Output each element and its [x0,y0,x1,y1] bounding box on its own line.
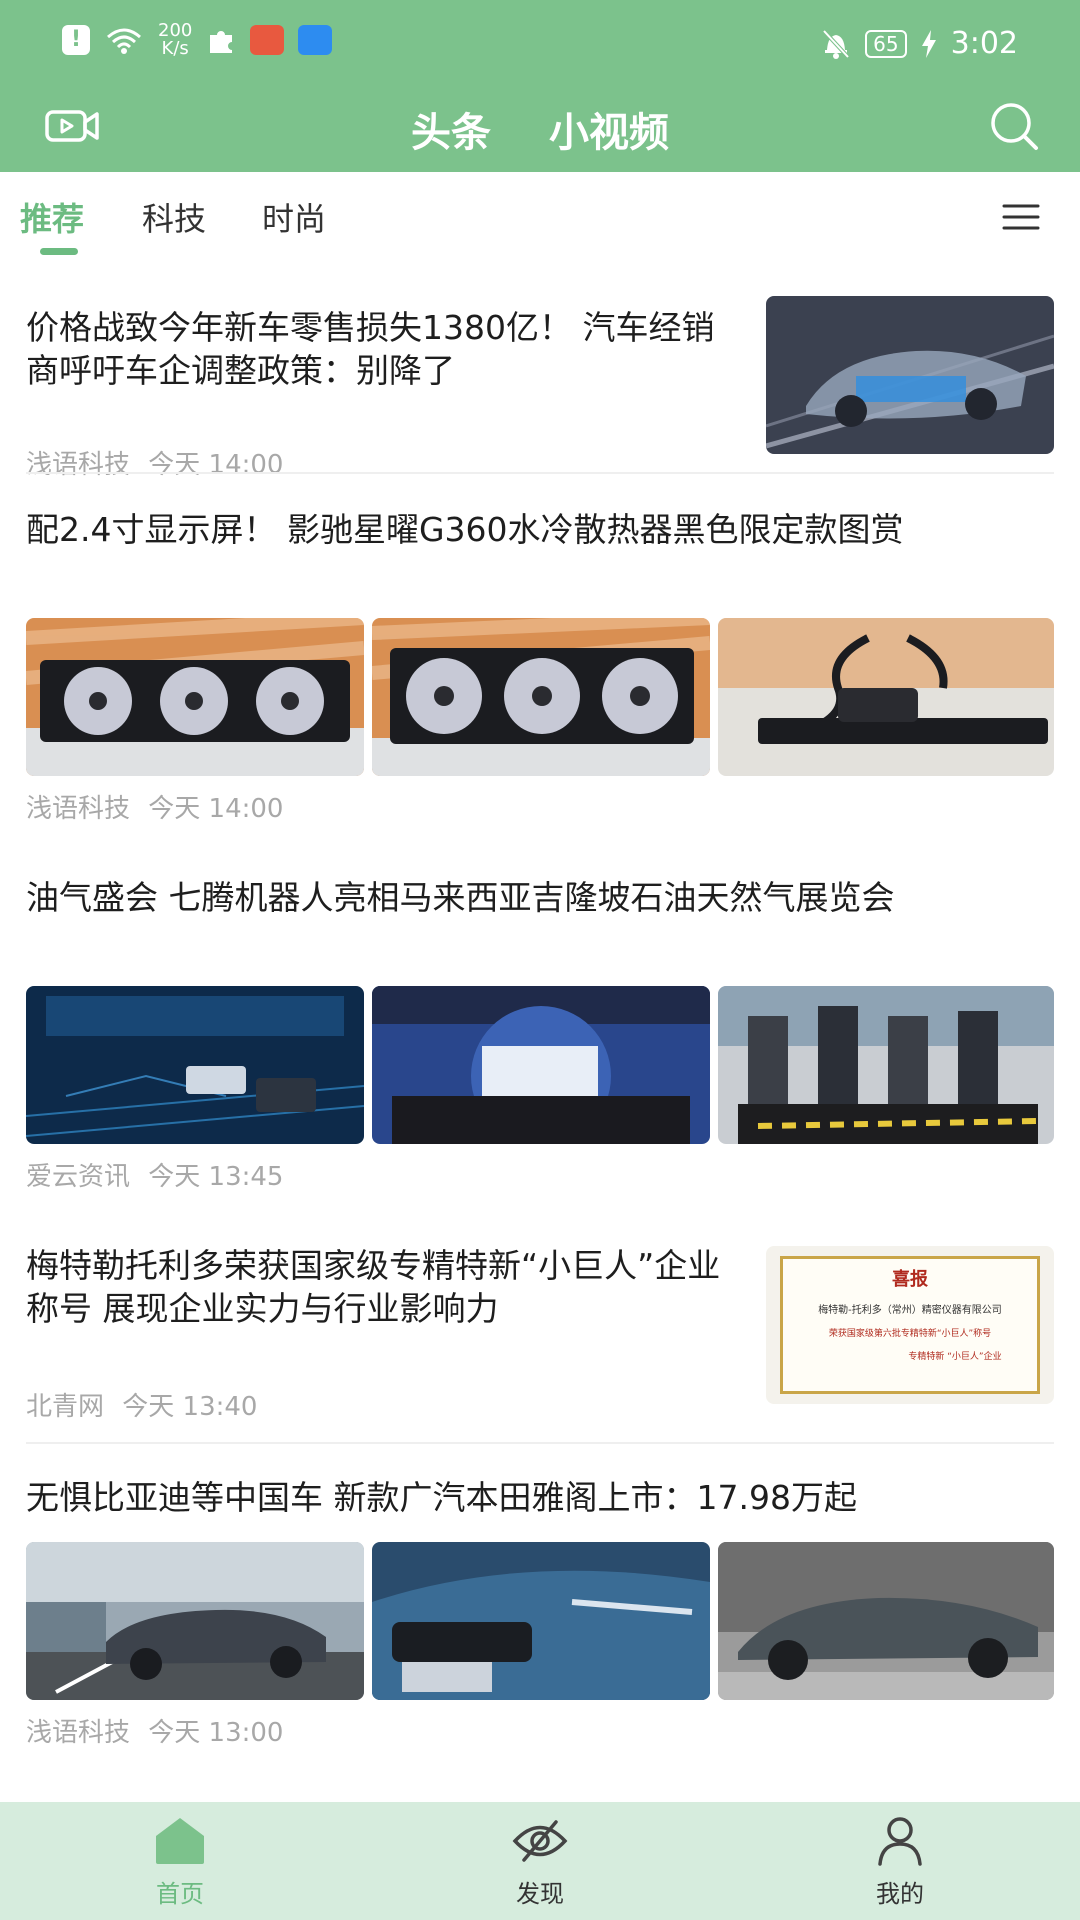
home-icon [156,1818,204,1864]
news-thumbnail[interactable] [766,296,1054,454]
news-thumbnail[interactable] [372,986,710,1144]
news-thumbnail[interactable] [26,1542,364,1700]
mute-bell-icon [822,29,850,59]
certificate-heading: 喜报 [892,1269,928,1290]
news-meta: 浅语科技 今天 14:00 [26,444,283,481]
network-speed: 200 K/s [158,22,192,58]
news-item[interactable]: 油气盛会 七腾机器人亮相马来西亚吉隆坡石油天然气展览会 [26,876,1054,919]
wifi-icon [107,28,141,54]
nav-home-label: 首页 [156,1880,204,1908]
category-tab-fashion[interactable]: 时尚 [262,194,326,240]
news-item[interactable]: 无惧比亚迪等中国车 新款广汽本田雅阁上市：17.98万起 [26,1476,1054,1519]
news-source: 浅语科技 [26,794,131,824]
news-time: 今天 13:00 [148,1718,284,1748]
news-title: 配2.4寸显示屏！ 影驰星曜G360水冷散热器黑色限定款图赏 [26,510,904,549]
category-tabs: 推荐 科技 时尚 [0,172,1080,272]
notification-alert-icon: ! [62,25,90,55]
news-meta: 浅语科技 今天 14:00 [26,788,283,825]
news-thumbnail[interactable] [372,1542,710,1700]
certificate-thumbnail[interactable]: 喜报 梅特勒-托利多（常州）精密仪器有限公司 荣获国家级第六批专精特新“小巨人”… [766,1246,1054,1404]
nav-discover-label: 发现 [516,1880,564,1908]
news-meta: 北青网 今天 13:40 [26,1386,257,1423]
news-meta: 浅语科技 今天 13:00 [26,1712,283,1749]
app-header: ! 200 K/s 65 3:02 头条 小视频 [0,0,1080,172]
news-time: 今天 14:00 [148,450,284,480]
news-source: 浅语科技 [26,1718,131,1748]
app-notification-icon [250,25,285,55]
feed-divider [26,472,1054,474]
weather-app-icon [298,25,333,55]
tab-headlines[interactable]: 头条 [411,110,491,156]
news-meta: 爱云资讯 今天 13:45 [26,1156,283,1193]
news-source: 浅语科技 [26,450,131,480]
news-time: 今天 14:00 [148,794,284,824]
news-thumbnail[interactable] [718,1542,1054,1700]
battery-indicator: 65 [865,29,907,58]
active-tab-indicator [40,248,78,255]
news-thumbnail[interactable] [718,618,1054,776]
category-tab-recommend[interactable]: 推荐 [20,194,84,240]
news-thumbnail[interactable] [26,986,364,1144]
puzzle-icon [210,31,233,53]
news-title: 油气盛会 七腾机器人亮相马来西亚吉隆坡石油天然气展览会 [26,878,895,917]
news-time: 今天 13:45 [148,1162,284,1192]
clock: 3:02 [950,26,1018,61]
news-thumbnail[interactable] [718,986,1054,1144]
discover-eye-icon [512,1820,568,1862]
news-title: 梅特勒托利多荣获国家级专精特新“小巨人”企业称号 展现企业实力与行业影响力 [26,1246,721,1328]
nav-home[interactable]: 首页 [100,1816,260,1909]
certificate-company: 梅特勒-托利多（常州）精密仪器有限公司 [818,1305,1002,1316]
news-time: 今天 13:40 [122,1392,258,1422]
network-speed-unit: K/s [161,38,189,59]
certificate-frame: 喜报 梅特勒-托利多（常州）精密仪器有限公司 荣获国家级第六批专精特新“小巨人”… [780,1256,1040,1394]
status-bar: ! 200 K/s 65 3:02 [0,0,1080,80]
news-item[interactable]: 配2.4寸显示屏！ 影驰星曜G360水冷散热器黑色限定款图赏 [26,508,1054,551]
user-icon [878,1817,922,1866]
news-source: 爱云资讯 [26,1162,131,1192]
top-nav: 头条 小视频 [0,80,1080,172]
charging-icon [921,29,936,58]
tab-short-video[interactable]: 小视频 [549,110,669,156]
certificate-seal: 专精特新 “小巨人”企业 [908,1352,1002,1362]
menu-icon[interactable] [1002,202,1040,232]
news-title: 无惧比亚迪等中国车 新款广汽本田雅阁上市：17.98万起 [26,1478,857,1517]
news-title: 价格战致今年新车零售损失1380亿！ 汽车经销商呼吁车企调整政策：别降了 [26,308,715,390]
news-source: 北青网 [26,1392,105,1422]
nav-mine-label: 我的 [876,1880,924,1908]
search-icon[interactable] [986,98,1042,154]
nav-mine[interactable]: 我的 [820,1816,980,1909]
certificate-line: 荣获国家级第六批专精特新“小巨人”称号 [828,1329,992,1339]
nav-discover[interactable]: 发现 [460,1816,620,1909]
category-tab-tech[interactable]: 科技 [142,194,206,240]
feed-divider [26,1442,1054,1444]
bottom-nav: 首页 发现 我的 [0,1802,1080,1920]
news-thumbnail[interactable] [26,618,364,776]
news-thumbnail[interactable] [372,618,710,776]
